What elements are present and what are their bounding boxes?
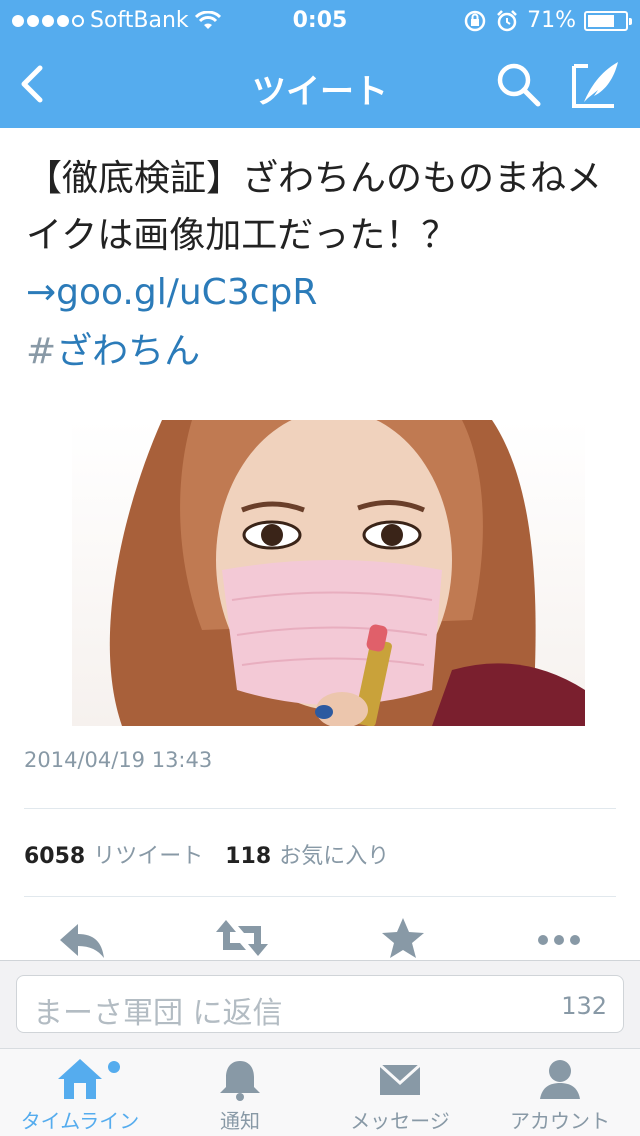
navigation-bar: ツイート bbox=[0, 40, 640, 128]
more-options-button[interactable] bbox=[534, 916, 584, 960]
photo-illustration bbox=[72, 420, 585, 726]
rotation-lock-icon bbox=[464, 10, 486, 31]
reply-button[interactable] bbox=[56, 916, 106, 960]
tab-timeline[interactable]: タイムライン bbox=[0, 1049, 160, 1136]
tweet-photo[interactable] bbox=[72, 420, 585, 726]
hashtag-symbol: # bbox=[26, 331, 57, 372]
tweet-link[interactable]: →goo.gl/uC3cpR bbox=[26, 272, 317, 313]
hashtag-text: ざわちん bbox=[56, 331, 201, 372]
status-right: 71% bbox=[463, 8, 632, 33]
tweet-actions bbox=[0, 916, 640, 960]
reply-input[interactable]: まーさ軍団 に返信 132 bbox=[16, 975, 624, 1033]
alarm-icon bbox=[497, 9, 517, 31]
hashtag-link[interactable]: #ざわちん bbox=[26, 322, 200, 374]
tab-label: 通知 bbox=[220, 1109, 260, 1133]
tab-messages[interactable]: メッセージ bbox=[320, 1049, 480, 1136]
compose-tweet-button[interactable] bbox=[570, 58, 622, 110]
retweet-label[interactable]: リツイート bbox=[93, 838, 203, 870]
new-tweets-indicator bbox=[108, 1061, 120, 1073]
person-icon bbox=[540, 1060, 580, 1099]
favorite-label[interactable]: お気に入り bbox=[279, 838, 389, 870]
tab-account[interactable]: アカウント bbox=[480, 1049, 640, 1136]
tab-notifications[interactable]: 通知 bbox=[160, 1049, 320, 1136]
battery-icon bbox=[584, 10, 632, 31]
tab-label: タイムライン bbox=[20, 1109, 140, 1133]
home-icon bbox=[58, 1059, 102, 1099]
battery-percent: 71% bbox=[527, 8, 576, 33]
favorite-count[interactable]: 118 bbox=[225, 844, 271, 869]
envelope-icon bbox=[378, 1063, 422, 1095]
reply-placeholder: まーさ軍団 に返信 bbox=[33, 996, 283, 1031]
tweet-stats: 6058 リツイート 118 お気に入り bbox=[24, 838, 411, 870]
divider bbox=[24, 808, 616, 809]
tweet-timestamp: 2014/04/19 13:43 bbox=[24, 748, 213, 772]
character-counter: 132 bbox=[561, 992, 607, 1020]
tweet-body: 【徹底検証】ざわちんのものまねメイクは画像加工だった！？ bbox=[26, 158, 603, 256]
tab-label: メッセージ bbox=[350, 1109, 450, 1133]
retweet-count[interactable]: 6058 bbox=[24, 844, 85, 869]
divider bbox=[24, 896, 616, 897]
battery-fill bbox=[588, 14, 614, 27]
favorite-button[interactable] bbox=[378, 916, 428, 960]
reply-composer: まーさ軍団 に返信 132 bbox=[0, 960, 640, 1048]
search-button[interactable] bbox=[494, 60, 542, 108]
page-title: ツイート bbox=[252, 72, 388, 112]
retweet-button[interactable] bbox=[214, 916, 270, 960]
top-bar: SoftBank 0:05 71% ツイート bbox=[0, 0, 640, 128]
status-bar: SoftBank 0:05 71% bbox=[0, 0, 640, 40]
bell-icon bbox=[220, 1061, 260, 1101]
tweet-text: 【徹底検証】ざわちんのものまねメイクは画像加工だった！？ →goo.gl/uC3… bbox=[26, 150, 616, 321]
tab-label: アカウント bbox=[510, 1109, 610, 1133]
tab-bar: タイムライン 通知 メッセージ アカウント bbox=[0, 1048, 640, 1136]
